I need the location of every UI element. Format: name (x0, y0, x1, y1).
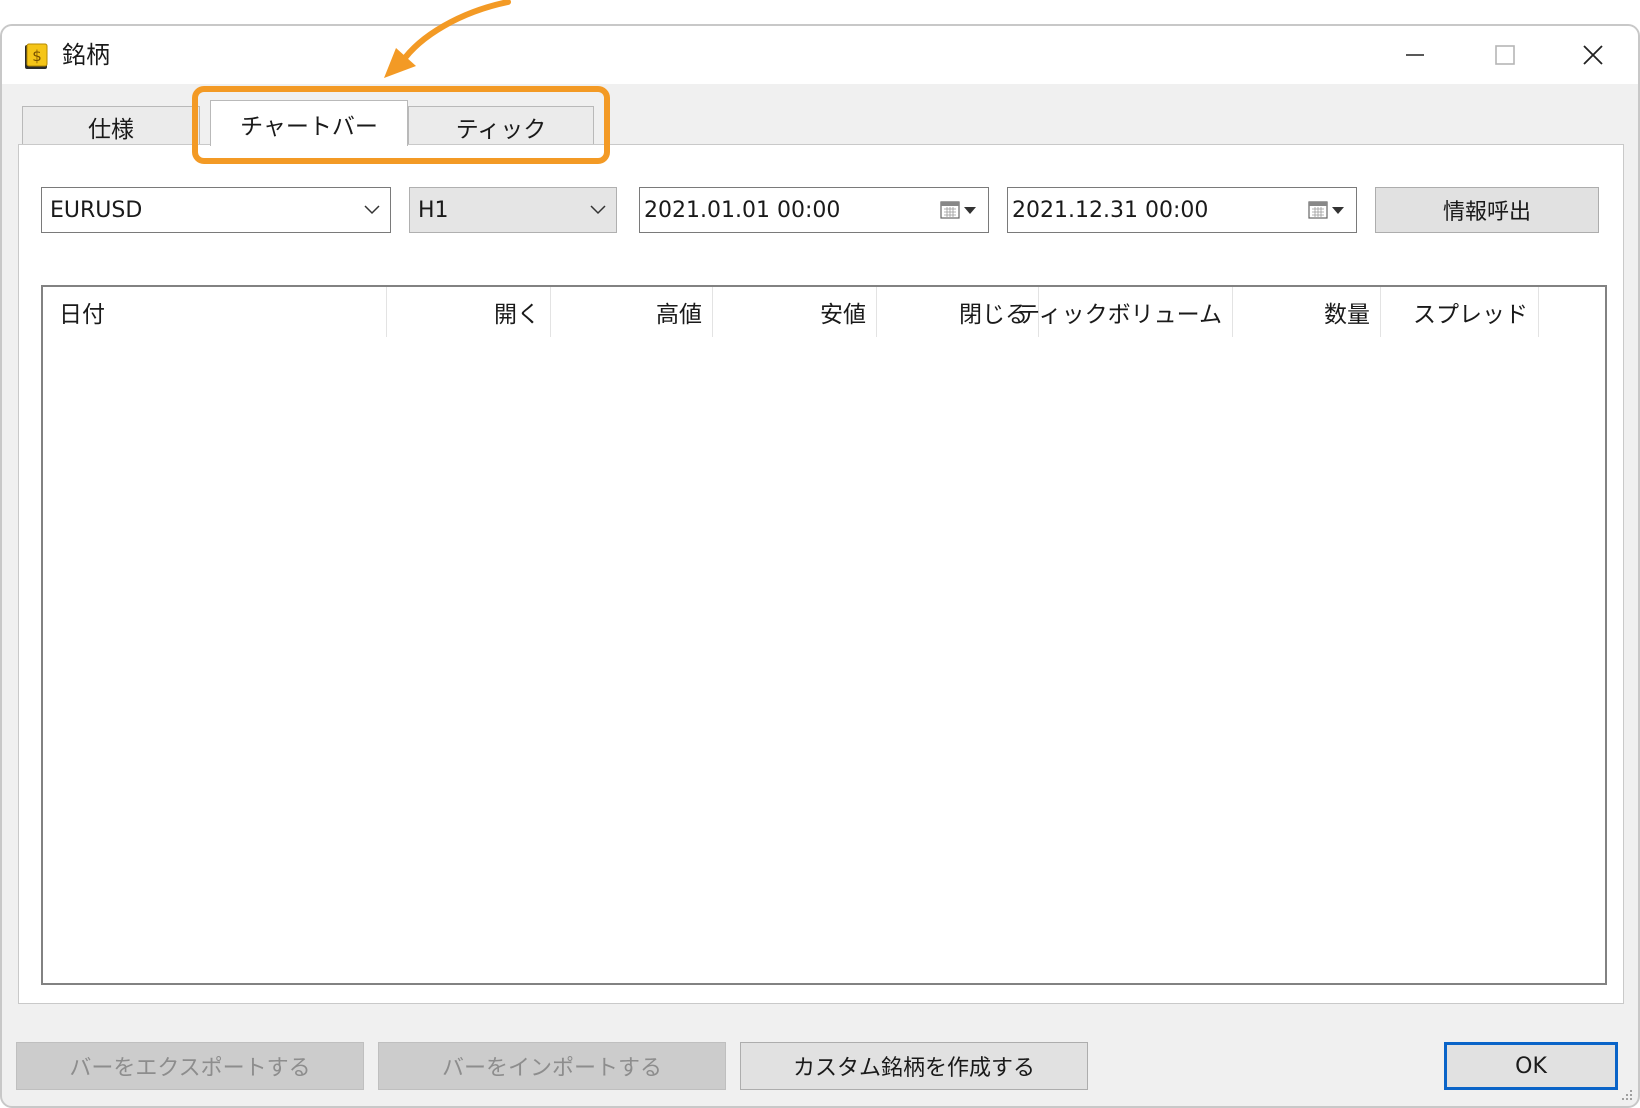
minimize-button[interactable] (1370, 26, 1460, 84)
symbol-value: EURUSD (50, 197, 143, 223)
calendar-icon[interactable] (1300, 188, 1356, 232)
column-open[interactable]: 開く (387, 287, 551, 337)
resize-grip-icon[interactable] (1616, 1084, 1634, 1102)
chevron-down-icon (354, 188, 390, 232)
timeframe-select[interactable]: H1 (409, 187, 617, 233)
date-from-value: 2021.01.01 00:00 (644, 197, 841, 223)
chevron-down-icon (580, 188, 616, 232)
svg-text:$: $ (32, 47, 42, 65)
window-title: 銘柄 (62, 41, 110, 69)
import-bars-button[interactable]: バーをインポートする (378, 1042, 726, 1090)
title-bar[interactable]: $ 銘柄 (2, 26, 1638, 84)
column-volume[interactable]: 数量 (1233, 287, 1381, 337)
dollar-coin-icon: $ (25, 43, 48, 69)
annotation-arrow-icon (384, 0, 511, 78)
column-spread[interactable]: スプレッド (1381, 287, 1539, 337)
minimize-icon (1406, 54, 1424, 56)
bars-table[interactable]: 日付 開く 高値 安値 閉じる ティックボリューム 数量 スプレッド (41, 285, 1607, 985)
symbol-select[interactable]: EURUSD (41, 187, 391, 233)
export-bars-button[interactable]: バーをエクスポートする (16, 1042, 364, 1090)
timeframe-value: H1 (418, 197, 449, 223)
column-tick-volume[interactable]: ティックボリューム (1017, 287, 1233, 337)
close-icon (1583, 45, 1603, 65)
create-custom-symbol-button[interactable]: カスタム銘柄を作成する (740, 1042, 1088, 1090)
calendar-icon[interactable] (932, 188, 988, 232)
chart-bars-panel: EURUSD H1 2021.01.01 00:00 2021.12.31 00… (18, 144, 1624, 1004)
table-header: 日付 開く 高値 安値 閉じる ティックボリューム 数量 スプレッド (43, 287, 1605, 337)
date-to-picker[interactable]: 2021.12.31 00:00 (1007, 187, 1357, 233)
column-high[interactable]: 高値 (551, 287, 713, 337)
column-close[interactable]: 閉じる (877, 287, 1039, 337)
date-to-value: 2021.12.31 00:00 (1012, 197, 1209, 223)
close-button[interactable] (1548, 26, 1638, 84)
tab-ticks[interactable]: ティック (408, 106, 594, 146)
tab-chart-bars[interactable]: チャートバー (210, 100, 408, 146)
tab-specification[interactable]: 仕様 (22, 106, 200, 146)
ok-button[interactable]: OK (1444, 1042, 1618, 1090)
request-button[interactable]: 情報呼出 (1375, 187, 1599, 233)
column-low[interactable]: 安値 (713, 287, 877, 337)
symbol-window: $ 銘柄 仕様 チャートバー ティック EURUSD H1 2021.01.01… (0, 24, 1640, 1108)
maximize-icon (1495, 45, 1515, 65)
date-from-picker[interactable]: 2021.01.01 00:00 (639, 187, 989, 233)
maximize-button[interactable] (1460, 26, 1550, 84)
column-date[interactable]: 日付 (43, 287, 387, 337)
